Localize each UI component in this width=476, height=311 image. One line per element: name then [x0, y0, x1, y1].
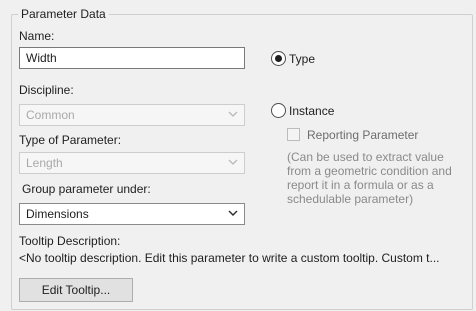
- type-radio-label[interactable]: Type: [289, 52, 315, 66]
- type-of-parameter-value: Length: [26, 156, 63, 170]
- group-under-dropdown[interactable]: Dimensions: [19, 203, 245, 225]
- chevron-down-icon: [228, 210, 238, 216]
- type-radio-dot: [275, 55, 282, 62]
- edit-tooltip-button[interactable]: Edit Tooltip...: [19, 278, 133, 302]
- parameter-data-panel: Parameter Data Name: Width Discipline: C…: [0, 0, 476, 311]
- name-input[interactable]: Width: [19, 47, 245, 69]
- type-radio[interactable]: [271, 51, 286, 66]
- name-value: Width: [26, 51, 57, 65]
- tooltip-description-label: Tooltip Description:: [19, 234, 121, 248]
- reporting-parameter-label: Reporting Parameter: [307, 128, 419, 142]
- tooltip-description-text: <No tooltip description. Edit this param…: [19, 251, 440, 265]
- group-under-label: Group parameter under:: [22, 182, 151, 196]
- groupbox-title: Parameter Data: [18, 7, 109, 21]
- name-label: Name:: [19, 29, 55, 43]
- discipline-dropdown[interactable]: Common: [19, 104, 245, 126]
- group-under-value: Dimensions: [26, 207, 89, 221]
- reporting-parameter-hint: (Can be used to extract value from a geo…: [287, 150, 452, 206]
- instance-radio-label[interactable]: Instance: [289, 104, 334, 118]
- reporting-parameter-checkbox[interactable]: [287, 128, 300, 141]
- type-of-parameter-label: Type of Parameter:: [19, 133, 122, 147]
- discipline-label: Discipline:: [19, 83, 74, 97]
- chevron-down-icon: [228, 159, 238, 165]
- type-of-parameter-dropdown[interactable]: Length: [19, 152, 245, 174]
- chevron-down-icon: [228, 111, 238, 117]
- instance-radio[interactable]: [271, 103, 286, 118]
- discipline-value: Common: [26, 108, 75, 122]
